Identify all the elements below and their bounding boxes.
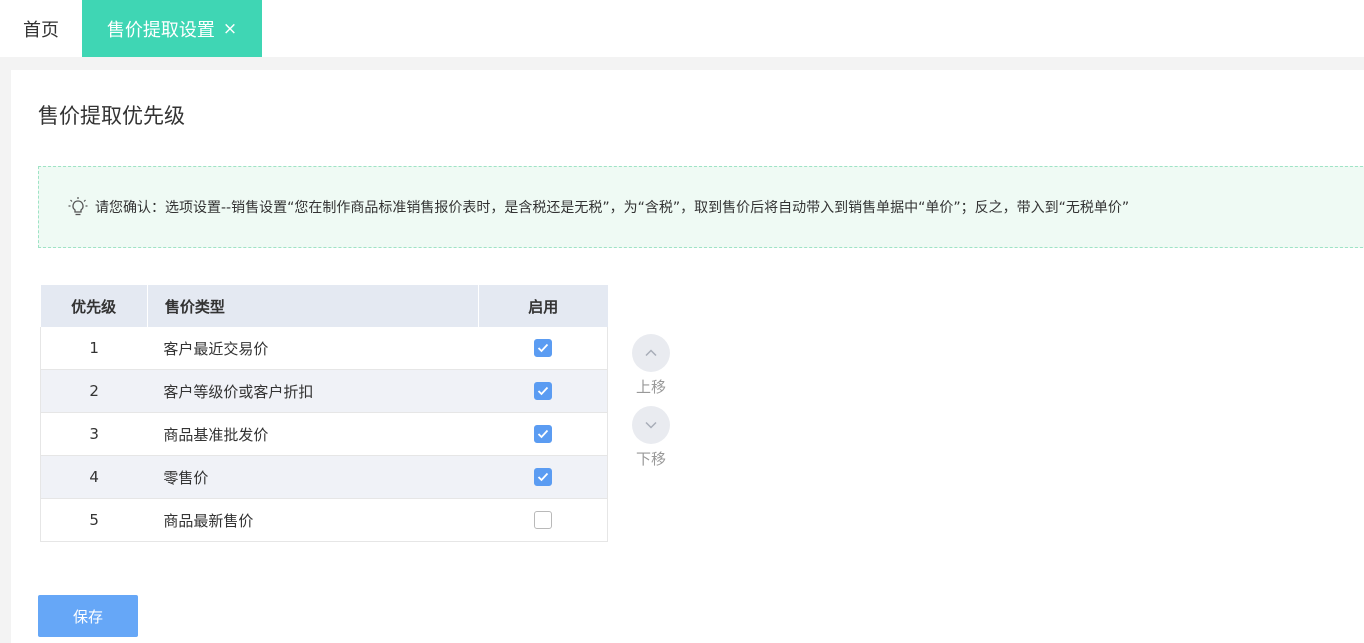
price-type-cell: 客户等级价或客户折扣 [147,369,479,413]
table-row[interactable]: 2 客户等级价或客户折扣 [40,369,609,413]
price-type-cell: 零售价 [147,455,479,499]
chevron-up-icon[interactable] [632,334,670,372]
enabled-checkbox[interactable] [533,425,552,444]
enabled-checkbox[interactable] [533,382,552,401]
table-header-row: 优先级 售价类型 启用 [40,285,608,327]
tab-gap [0,57,1364,70]
enabled-cell [478,327,609,370]
enabled-checkbox[interactable] [533,511,552,530]
price-type-cell: 客户最近交易价 [147,327,479,370]
lightbulb-icon [67,196,89,218]
price-type-cell: 商品基准批发价 [147,412,479,456]
enabled-checkbox[interactable] [533,468,552,487]
header-price-type: 售价类型 [147,285,479,327]
enabled-cell [478,412,609,456]
table-row[interactable]: 4 零售价 [40,455,609,499]
priority-cell: 1 [40,327,148,370]
content-panel: 售价提取优先级 请您确认：选项设置--销售设置“您在制作商品标准销售报价表时，是… [11,70,1364,643]
table-row[interactable]: 3 商品基准批发价 [40,412,609,456]
tab-active-label: 售价提取设置 [106,19,215,41]
chevron-down-icon[interactable] [632,406,670,444]
tab-price-extraction-settings[interactable]: 售价提取设置 × [82,0,262,57]
enabled-cell [478,498,609,542]
close-icon[interactable]: × [223,19,237,39]
table-row[interactable]: 1 客户最近交易价 [40,327,609,370]
notice-box: 请您确认：选项设置--销售设置“您在制作商品标准销售报价表时，是含税还是无税”，… [38,166,1364,248]
header-enabled: 启用 [478,285,608,327]
header-priority: 优先级 [40,285,148,327]
enabled-checkbox[interactable] [533,339,552,358]
priority-table: 优先级 售价类型 启用 1 客户最近交易价 2 客户等级价或客户折扣 3 商品基… [40,285,609,542]
check-icon [537,344,548,353]
tab-home[interactable]: 首页 [0,0,82,57]
notice-text: 请您确认：选项设置--销售设置“您在制作商品标准销售报价表时，是含税还是无税”，… [95,200,1130,216]
priority-cell: 5 [40,498,148,542]
save-button[interactable]: 保存 [38,595,138,637]
check-icon [537,473,548,482]
tab-home-label: 首页 [23,19,59,41]
move-down-button[interactable]: 下移 [631,406,671,469]
move-up-button[interactable]: 上移 [631,334,671,397]
check-icon [537,430,548,439]
enabled-cell [478,369,609,413]
move-down-label: 下移 [635,450,666,468]
price-type-cell: 商品最新售价 [147,498,479,542]
move-up-label: 上移 [635,378,666,396]
check-icon [537,387,548,396]
priority-cell: 2 [40,369,148,413]
priority-cell: 3 [40,412,148,456]
page-title: 售价提取优先级 [38,104,185,128]
enabled-cell [478,455,609,499]
priority-cell: 4 [40,455,148,499]
table-row[interactable]: 5 商品最新售价 [40,498,609,542]
tab-bar: 首页 售价提取设置 × [0,0,1364,57]
